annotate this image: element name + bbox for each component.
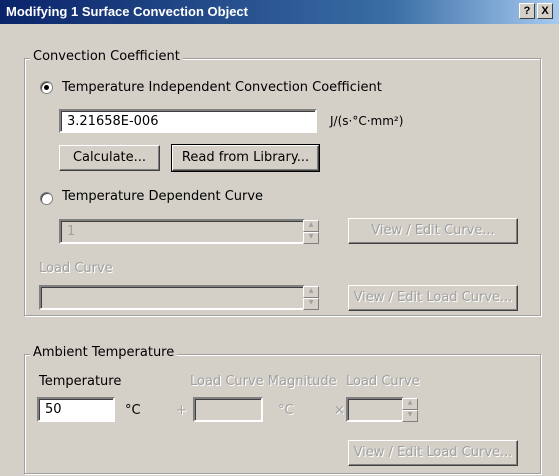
load-curve-spinner[interactable]: ▲ ▼ — [303, 286, 319, 310]
convection-coefficient-group — [24, 58, 541, 316]
ambient-load-curve-label: Load Curve — [346, 374, 420, 389]
title-bar: Modifying 1 Surface Convection Object ? … — [0, 0, 559, 24]
independent-radio[interactable] — [40, 81, 53, 94]
plus-sign: + — [176, 403, 187, 418]
temperature-unit: °C — [125, 403, 141, 418]
temperature-input[interactable]: 50 — [37, 397, 115, 422]
independent-radio-label[interactable]: Temperature Independent Convection Coeff… — [62, 80, 382, 95]
temperature-label: Temperature — [39, 374, 122, 389]
ambient-temperature-legend: Ambient Temperature — [30, 345, 178, 360]
times-sign: × — [334, 403, 345, 418]
load-curve-magnitude-input[interactable] — [193, 397, 263, 422]
temperature-curve-input[interactable]: 1 — [59, 219, 305, 244]
close-button[interactable]: X — [537, 3, 553, 19]
window-title: Modifying 1 Surface Convection Object — [6, 4, 248, 19]
convection-coefficient-legend: Convection Coefficient — [30, 49, 183, 64]
coefficient-input[interactable]: 3.21658E-006 — [59, 109, 317, 133]
view-edit-curve-button[interactable]: View / Edit Curve... — [348, 218, 518, 244]
dependent-radio[interactable] — [40, 192, 53, 205]
read-from-library-button[interactable]: Read from Library... — [171, 144, 320, 172]
ambient-load-curve-spinner[interactable]: ▲ ▼ — [402, 398, 418, 422]
help-button[interactable]: ? — [519, 3, 535, 19]
load-curve-input[interactable] — [39, 285, 305, 310]
temperature-curve-spinner[interactable]: ▲ ▼ — [303, 220, 319, 244]
load-curve-label: Load Curve — [39, 261, 113, 276]
calculate-button[interactable]: Calculate... — [59, 145, 160, 171]
ambient-load-curve-input[interactable] — [346, 397, 404, 422]
view-edit-load-curve-button[interactable]: View / Edit Load Curve... — [348, 285, 518, 311]
coefficient-unit: J/(s·°C·mm²) — [330, 114, 404, 128]
load-curve-magnitude-label: Load Curve Magnitude — [190, 374, 337, 389]
dependent-radio-label[interactable]: Temperature Dependent Curve — [62, 189, 263, 204]
magnitude-unit: °C — [278, 403, 294, 418]
ambient-view-edit-load-curve-button[interactable]: View / Edit Load Curve... — [348, 440, 518, 466]
